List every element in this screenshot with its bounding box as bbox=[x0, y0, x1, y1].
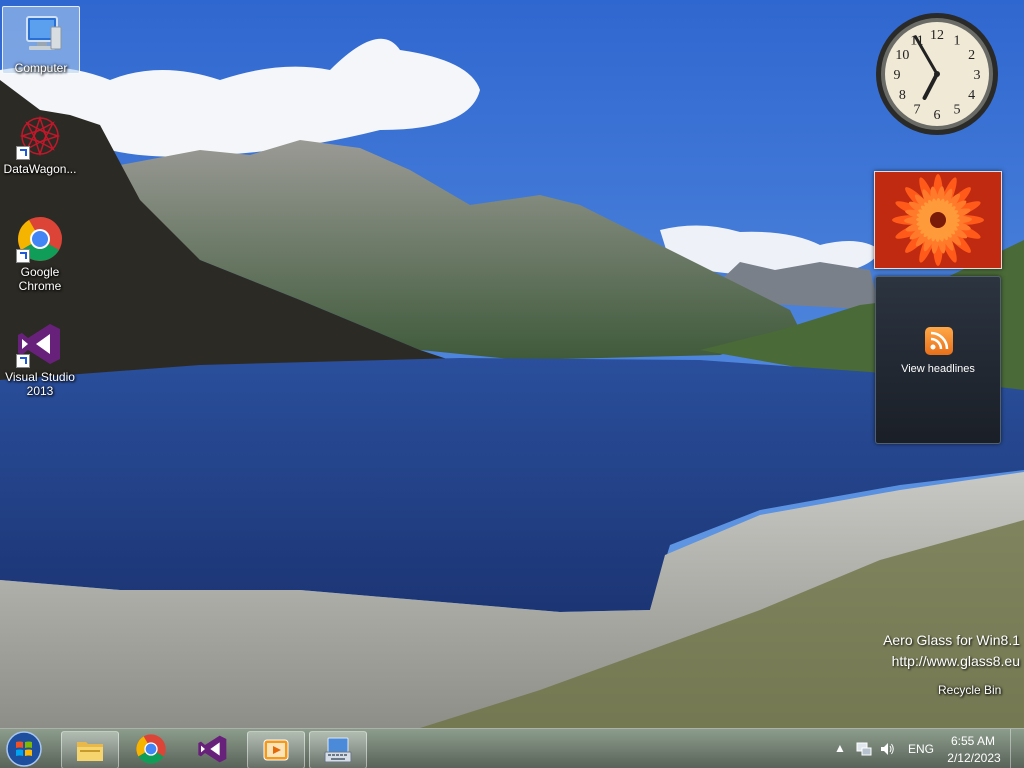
clock-number: 5 bbox=[954, 103, 961, 118]
show-desktop-button[interactable] bbox=[1010, 729, 1024, 768]
view-headlines-label[interactable]: View headlines bbox=[876, 363, 1000, 375]
taskbar-chrome[interactable] bbox=[123, 731, 179, 767]
start-button[interactable] bbox=[4, 730, 44, 768]
desktop-icon-visual-studio[interactable]: Visual Studio 2013 bbox=[2, 316, 78, 398]
desktop-icon-recycle-bin[interactable]: Recycle Bin bbox=[938, 683, 1001, 697]
clock-gadget[interactable]: 121234567891011 bbox=[874, 11, 1000, 137]
clock-number: 7 bbox=[914, 103, 921, 118]
taskbar-on-screen-keyboard[interactable] bbox=[309, 731, 367, 768]
chrome-icon bbox=[16, 215, 64, 263]
shortcut-arrow-icon bbox=[16, 249, 30, 263]
clock-number: 1 bbox=[954, 33, 961, 48]
chrome-icon bbox=[135, 733, 167, 765]
feed-headlines-gadget[interactable]: View headlines bbox=[875, 276, 1001, 444]
desktop-icon-label: DataWagon... bbox=[3, 162, 77, 176]
visual-studio-icon bbox=[16, 320, 64, 368]
rss-icon bbox=[925, 327, 953, 355]
aero-glass-watermark: Aero Glass for Win8.1 bbox=[883, 632, 1020, 648]
clock-number: 12 bbox=[930, 28, 944, 43]
desktop-icon-datawagon[interactable]: DataWagon... bbox=[2, 108, 78, 176]
desktop-icon-label: Computer bbox=[14, 61, 68, 75]
keyboard-icon bbox=[322, 734, 354, 766]
shortcut-arrow-icon bbox=[16, 146, 30, 160]
clock-number: 6 bbox=[934, 108, 941, 123]
taskbar-clock-date[interactable]: 2/12/2023 bbox=[946, 751, 1002, 765]
computer-icon bbox=[17, 11, 65, 59]
desktop-icon-computer[interactable]: Computer bbox=[2, 6, 80, 75]
visual-studio-icon bbox=[197, 733, 229, 765]
desktop-icon-chrome[interactable]: Google Chrome bbox=[2, 211, 78, 293]
clock-number: 10 bbox=[895, 48, 909, 63]
desktop-icon-label: Google Chrome bbox=[18, 265, 62, 293]
taskbar: ▲ ENG 6:55 AM 2/12/2023 bbox=[0, 728, 1024, 768]
taskbar-visual-studio[interactable] bbox=[185, 731, 241, 767]
shortcut-arrow-icon bbox=[16, 354, 30, 368]
taskbar-clock-time[interactable]: 6:55 AM bbox=[950, 734, 996, 748]
clock-number: 4 bbox=[968, 88, 975, 103]
desktop-wallpaper bbox=[0, 0, 1024, 728]
taskbar-file-explorer[interactable] bbox=[61, 731, 119, 768]
network-icon[interactable] bbox=[856, 741, 872, 760]
chevron-up-icon: ▲ bbox=[834, 741, 846, 755]
clock-number: 9 bbox=[894, 68, 901, 83]
taskbar-media-player[interactable] bbox=[247, 731, 305, 768]
volume-icon[interactable] bbox=[879, 741, 895, 760]
show-hidden-icons-button[interactable]: ▲ bbox=[834, 741, 846, 755]
datawagon-icon bbox=[16, 112, 64, 160]
aero-glass-url: http://www.glass8.eu bbox=[891, 653, 1020, 669]
clock-number: 2 bbox=[968, 48, 975, 63]
windows-start-icon bbox=[6, 731, 42, 767]
desktop-icon-label: Visual Studio 2013 bbox=[5, 370, 75, 398]
flower-photo bbox=[875, 172, 1001, 268]
folder-icon bbox=[74, 734, 106, 766]
media-player-icon bbox=[260, 734, 292, 766]
clock-number: 3 bbox=[974, 68, 981, 83]
language-indicator[interactable]: ENG bbox=[908, 742, 934, 756]
slideshow-gadget[interactable] bbox=[874, 171, 1002, 269]
clock-number: 8 bbox=[899, 88, 906, 103]
